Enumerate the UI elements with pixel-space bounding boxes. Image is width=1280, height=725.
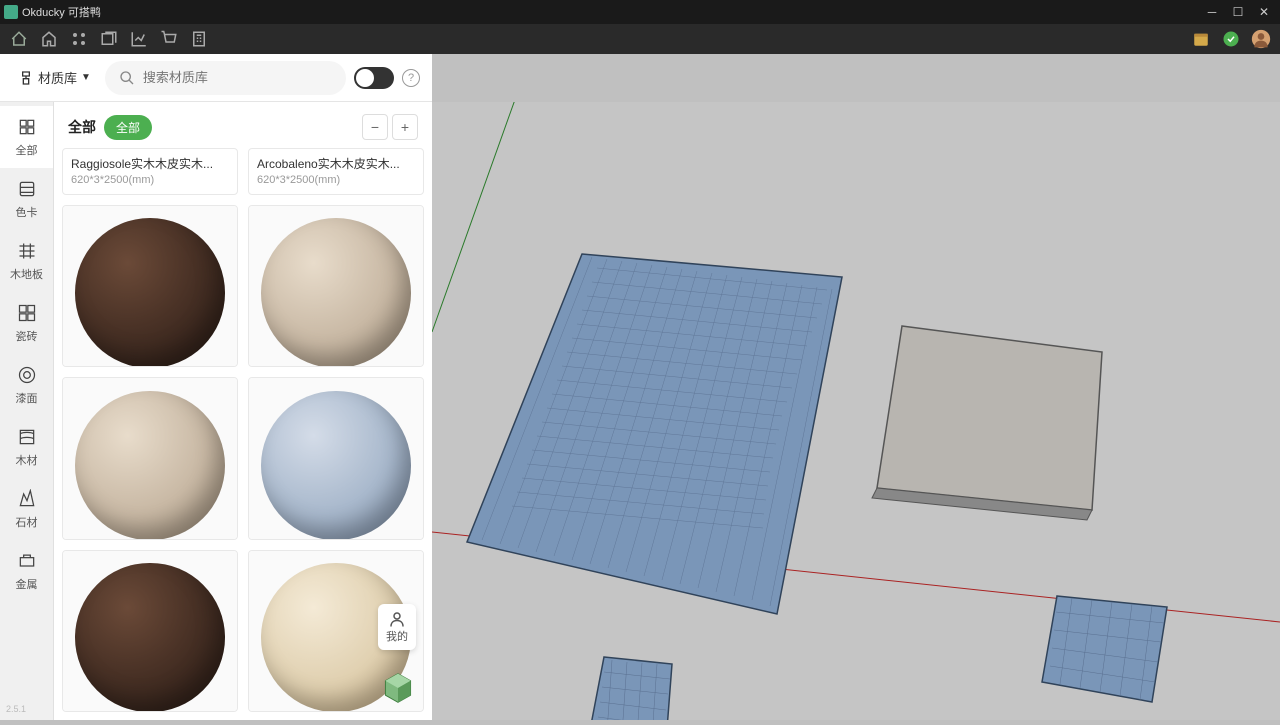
material-card[interactable]: MaritimePine实木木皮实木...620*3*2500(mm) — [62, 205, 238, 367]
view-toggle[interactable] — [354, 67, 394, 89]
search-field[interactable] — [105, 61, 346, 95]
library-selector[interactable]: 材质库 ▼ — [12, 64, 97, 91]
grid-button[interactable] — [66, 26, 92, 52]
verified-button[interactable] — [1218, 26, 1244, 52]
category-瓷砖[interactable]: 瓷砖 — [0, 292, 53, 354]
chevron-down-icon: ▼ — [81, 72, 91, 83]
category-icon — [16, 116, 38, 138]
material-card[interactable]: 亮光拉槽瓷片砖陶瓷浅蓝色100*10*100(mm) — [248, 377, 424, 539]
category-icon — [16, 426, 38, 448]
house-button[interactable] — [36, 26, 62, 52]
app-title: Okducky 可搭鸭 — [22, 4, 101, 20]
main-toolbar — [0, 24, 1280, 54]
version-label: 2.5.1 — [0, 698, 53, 720]
material-sphere-icon — [261, 391, 411, 540]
category-icon — [16, 178, 38, 200]
material-dims: 620*3*2500(mm) — [257, 174, 415, 186]
calendar-button[interactable] — [1188, 26, 1214, 52]
category-icon — [16, 364, 38, 386]
material-sphere-icon — [75, 563, 225, 712]
category-金属[interactable]: 金属 — [0, 540, 53, 602]
calc-button[interactable] — [186, 26, 212, 52]
titlebar: Okducky 可搭鸭 ─ ☐ ✕ — [0, 0, 1280, 24]
paint-icon — [18, 70, 34, 86]
material-name: Raggiosole实木木皮实木... — [71, 155, 229, 172]
material-name: Arcobaleno实木木皮实木... — [257, 155, 415, 172]
material-card[interactable]: Arcobaleno实木木皮实木... 620*3*2500(mm) — [248, 148, 424, 195]
category-icon — [16, 488, 38, 510]
panel-grey[interactable] — [877, 326, 1102, 510]
maximize-button[interactable]: ☐ — [1226, 2, 1250, 22]
help-button[interactable]: ? — [402, 69, 420, 87]
close-button[interactable]: ✕ — [1252, 2, 1276, 22]
material-sphere-icon — [261, 218, 411, 367]
home-button[interactable] — [6, 26, 32, 52]
app-logo-icon — [4, 5, 18, 19]
my-materials-button[interactable]: 我的 — [378, 604, 416, 650]
chart-button[interactable] — [126, 26, 152, 52]
search-icon — [119, 70, 135, 86]
minimize-button[interactable]: ─ — [1200, 2, 1224, 22]
avatar-button[interactable] — [1248, 26, 1274, 52]
material-sphere-icon — [75, 391, 225, 540]
expand-button[interactable]: + — [392, 114, 418, 140]
material-dims: 620*3*2500(mm) — [71, 174, 229, 186]
tile-small-1[interactable] — [590, 657, 672, 720]
collapse-button[interactable]: − — [362, 114, 388, 140]
category-sidebar: 全部色卡木地板瓷砖漆面木材石材金属 2.5.1 — [0, 102, 54, 720]
material-card[interactable]: AshVavona实木木皮实木...640*3*2500(mm) — [248, 205, 424, 367]
filter-pill[interactable]: 全部 — [104, 115, 152, 140]
person-icon — [388, 610, 406, 628]
search-input[interactable] — [143, 70, 332, 85]
category-木地板[interactable]: 木地板 — [0, 230, 53, 292]
material-card[interactable]: SandErable实木木皮实木...640*3*2500(mm) — [62, 377, 238, 539]
category-石材[interactable]: 石材 — [0, 478, 53, 540]
filter-heading: 全部 — [68, 117, 96, 137]
material-grid[interactable]: Raggiosole实木木皮实木...620*3*2500(mm)Arcobal… — [54, 148, 432, 720]
category-icon — [16, 240, 38, 262]
orientation-cube[interactable] — [380, 670, 416, 706]
3d-viewport[interactable] — [432, 102, 1280, 720]
searchbar: 材质库 ▼ ? — [0, 54, 432, 102]
category-漆面[interactable]: 漆面 — [0, 354, 53, 416]
category-全部[interactable]: 全部 — [0, 106, 53, 168]
category-icon — [16, 550, 38, 572]
material-card[interactable] — [62, 550, 238, 712]
library-label: 材质库 — [38, 68, 77, 87]
material-sphere-icon — [75, 218, 225, 367]
category-icon — [16, 302, 38, 324]
material-card[interactable]: Raggiosole实木木皮实木... 620*3*2500(mm) — [62, 148, 238, 195]
layers-button[interactable] — [96, 26, 122, 52]
cart-button[interactable] — [156, 26, 182, 52]
material-panel: 全部 全部 − + Raggiosole实木木皮实木... 620*3*2500(… — [54, 102, 432, 720]
category-木材[interactable]: 木材 — [0, 416, 53, 478]
category-色卡[interactable]: 色卡 — [0, 168, 53, 230]
